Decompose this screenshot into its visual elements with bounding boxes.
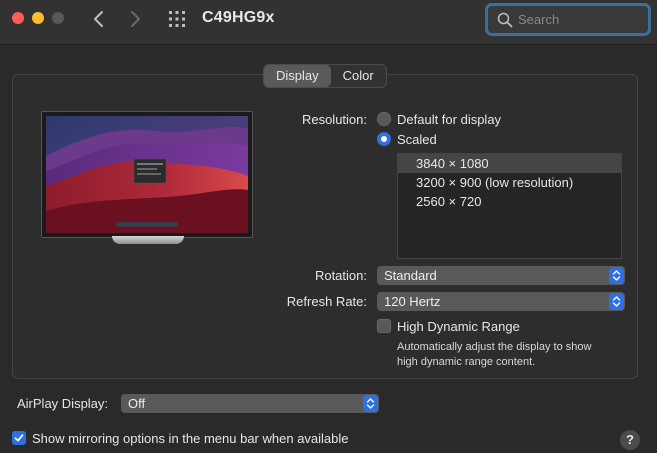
radio-scaled-label[interactable]: Scaled	[397, 132, 437, 147]
display-color-tabs: Display Color	[263, 64, 387, 88]
radio-scaled[interactable]	[377, 132, 391, 146]
refresh-rate-value: 120 Hertz	[384, 294, 441, 309]
checkmark-icon	[14, 434, 24, 442]
show-all-grid-icon[interactable]	[167, 9, 187, 29]
airplay-display-label: AirPlay Display:	[17, 396, 109, 411]
refresh-rate-popup[interactable]: 120 Hertz	[377, 292, 625, 311]
updown-chevron-icon	[609, 267, 624, 284]
title-bar: C49HG9x	[0, 0, 657, 45]
search-icon	[497, 12, 513, 33]
hdr-description: Automatically adjust the display to show…	[397, 340, 627, 370]
zoom-window-button[interactable]	[52, 12, 64, 24]
rotation-value: Standard	[384, 268, 437, 283]
window-title: C49HG9x	[202, 9, 275, 26]
mirroring-checkbox[interactable]	[12, 431, 26, 445]
resolution-option[interactable]: 3840 × 1080	[398, 154, 621, 173]
updown-chevron-icon	[363, 395, 378, 412]
monitor-image	[41, 111, 253, 238]
close-window-button[interactable]	[12, 12, 24, 24]
tab-display[interactable]: Display	[264, 65, 331, 87]
search-input[interactable]	[518, 10, 642, 28]
monitor-stand-image	[112, 236, 184, 244]
mirroring-label[interactable]: Show mirroring options in the menu bar w…	[32, 431, 349, 446]
desktop-wallpaper-image	[46, 116, 248, 233]
back-chevron-icon[interactable]	[88, 8, 110, 30]
minimize-window-button[interactable]	[32, 12, 44, 24]
radio-default-for-display-label[interactable]: Default for display	[397, 112, 501, 127]
hdr-label[interactable]: High Dynamic Range	[397, 319, 520, 334]
rotation-popup[interactable]: Standard	[377, 266, 625, 285]
radio-default-for-display[interactable]	[377, 112, 391, 126]
tab-color[interactable]: Color	[331, 65, 386, 87]
hdr-description-line: high dynamic range content.	[397, 356, 536, 368]
resolution-option[interactable]: 3200 × 900 (low resolution)	[398, 173, 621, 192]
airplay-display-value: Off	[128, 396, 146, 411]
rotation-label: Rotation:	[314, 268, 367, 283]
airplay-display-popup[interactable]: Off	[121, 394, 379, 413]
scaled-resolution-list: 3840 × 1080 3200 × 900 (low resolution) …	[397, 153, 622, 259]
display-preferences-window: C49HG9x Display Color	[0, 0, 657, 453]
refresh-rate-label: Refresh Rate:	[286, 294, 367, 309]
forward-chevron-icon[interactable]	[124, 8, 146, 30]
search-field[interactable]	[485, 3, 651, 36]
hdr-checkbox[interactable]	[377, 319, 391, 333]
resolution-label: Resolution:	[301, 112, 367, 127]
hdr-description-line: Automatically adjust the display to show	[397, 341, 592, 353]
resolution-option[interactable]: 2560 × 720	[398, 192, 621, 211]
help-button[interactable]: ?	[620, 430, 640, 450]
updown-chevron-icon	[609, 293, 624, 310]
